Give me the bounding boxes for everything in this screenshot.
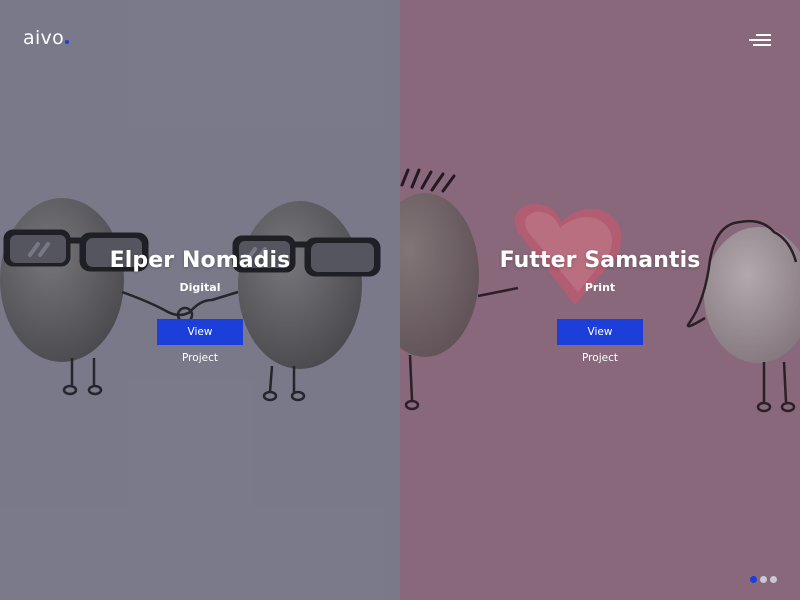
project-caption: Elper Nomadis Digital View Project (0, 248, 400, 366)
logo-text: aivo (23, 27, 64, 49)
site-logo[interactable]: aivo (23, 27, 69, 49)
menu-line (753, 44, 771, 46)
logo-dot (65, 40, 69, 44)
project-panel-elper-nomadis[interactable]: Elper Nomadis Digital View Project (0, 0, 400, 600)
pagination-dot-2[interactable] (760, 576, 767, 583)
project-category: Digital (179, 281, 221, 294)
view-project-button[interactable]: View Project (157, 319, 243, 364)
pagination-dot-3[interactable] (770, 576, 777, 583)
hamburger-menu-icon[interactable] (749, 34, 771, 48)
project-caption: Futter Samantis Print View Project (400, 248, 800, 366)
project-panel-futter-samantis[interactable]: Futter Samantis Print View Project (400, 0, 800, 600)
project-category: Print (584, 281, 616, 294)
pagination-dots (750, 576, 777, 583)
menu-line (749, 39, 771, 41)
project-title: Elper Nomadis (109, 248, 291, 273)
view-project-button[interactable]: View Project (557, 319, 643, 364)
project-title: Futter Samantis (499, 248, 701, 273)
pagination-dot-1[interactable] (750, 576, 757, 583)
menu-line (756, 34, 771, 36)
